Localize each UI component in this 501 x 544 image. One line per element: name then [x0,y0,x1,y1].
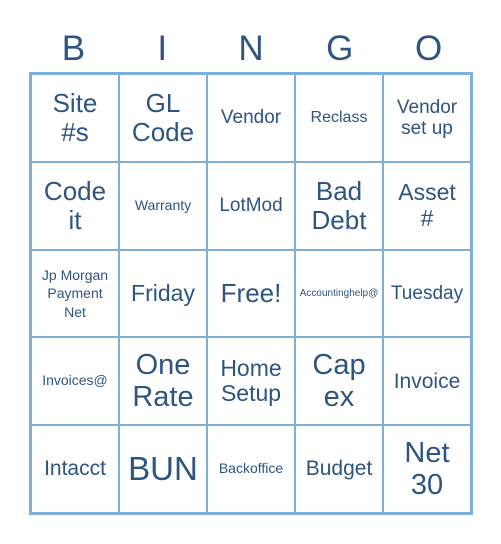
header-letter-b: B [61,29,86,68]
cell-text: Home Setup [220,354,282,407]
bingo-header: B I N G O [29,26,473,72]
cell-text: BUN [128,449,198,487]
cell-text: Bad Debt [311,175,367,235]
bingo-cell[interactable]: Backoffice [207,425,295,513]
cell-text: Accountinghelp@ [299,287,379,299]
bingo-cell[interactable]: Budget [295,425,383,513]
bingo-cell[interactable]: Tuesday [383,249,471,338]
bingo-cell[interactable]: Friday [119,249,207,338]
header-letter-o: O [414,29,443,68]
bingo-cell[interactable]: One Rate [119,337,207,426]
bingo-cell[interactable]: GL Code [119,74,207,162]
cell-text: Tuesday [390,282,464,304]
bingo-cell[interactable]: Vendor [207,74,295,162]
bingo-cell[interactable]: Invoices@ [31,337,119,426]
bingo-cell[interactable]: Cap ex [295,337,383,426]
header-letter-n: N [238,29,264,68]
cell-text: Asset # [398,178,456,231]
bingo-cell[interactable]: Vendor set up [383,74,471,162]
bingo-cell[interactable]: LotMod [207,161,295,250]
bingo-cell[interactable]: Warranty [119,161,207,250]
cell-text: Reclass [310,108,368,126]
cell-text: Backoffice [218,460,284,477]
cell-text: Code it [43,175,107,235]
bingo-cell[interactable]: BUN [119,425,207,513]
bingo-cell[interactable]: Net 30 [383,425,471,513]
cell-text: Intacct [44,457,106,481]
cell-text: LotMod [219,195,283,217]
bingo-cell[interactable]: Home Setup [207,337,295,426]
bingo-cell[interactable]: Accountinghelp@ [295,249,383,338]
header-letter-g: G [326,29,354,68]
bingo-grid: Site #s GL Code Vendor Reclass Vendor se… [29,72,473,515]
bingo-cell[interactable]: Asset # [383,161,471,250]
header-letter-i: I [157,29,168,68]
cell-text: Vendor set up [396,96,458,139]
bingo-cell[interactable]: Site #s [31,74,119,162]
cell-text: Site #s [52,87,98,147]
cell-text: Free! [220,277,282,308]
bingo-cell[interactable]: Code it [31,161,119,250]
cell-text: GL Code [131,87,195,147]
cell-text: Budget [305,457,373,481]
cell-text: Cap ex [312,348,366,414]
bingo-cell[interactable]: Bad Debt [295,161,383,250]
cell-text: Jp Morgan Payment Net [41,267,109,320]
cell-text: Warranty [134,196,192,213]
bingo-cell[interactable]: Invoice [383,337,471,426]
bingo-cell[interactable]: Reclass [295,74,383,162]
cell-text: Vendor [220,107,282,129]
bingo-cell[interactable]: Intacct [31,425,119,513]
cell-text: One Rate [132,348,194,414]
cell-text: Invoices@ [42,372,108,389]
cell-text: Invoice [393,369,461,393]
cell-text: Friday [131,279,195,306]
cell-text: Net 30 [404,436,450,502]
bingo-cell[interactable]: Jp Morgan Payment Net [31,249,119,338]
free-space[interactable]: Free! [207,249,295,338]
